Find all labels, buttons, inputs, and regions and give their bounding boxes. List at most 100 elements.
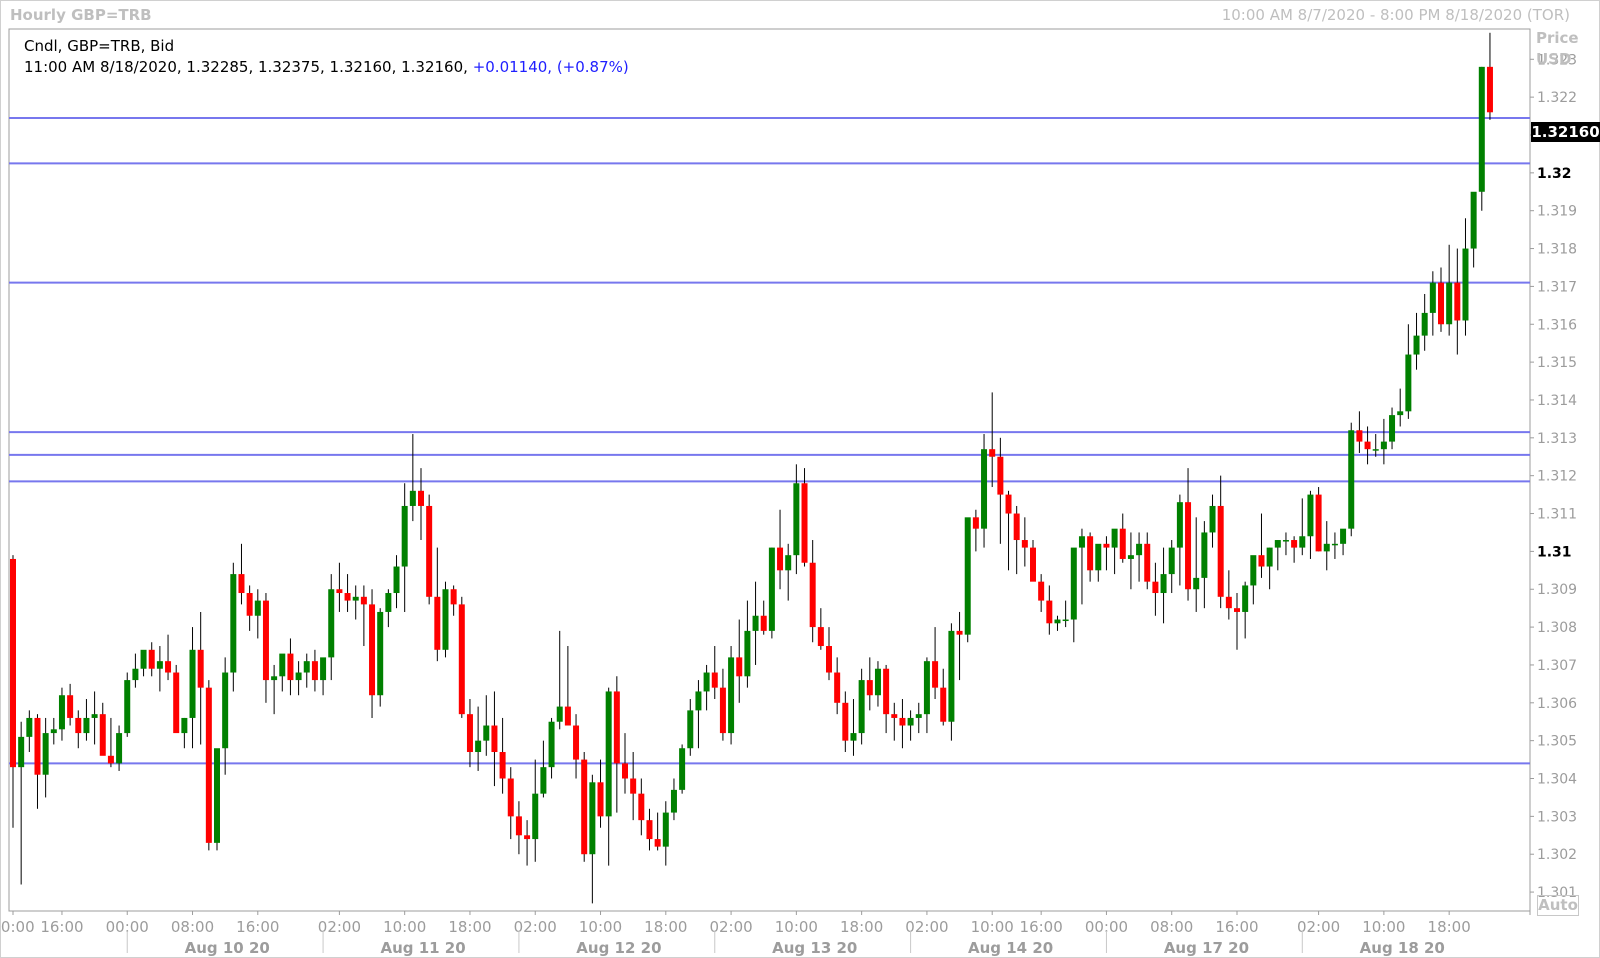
candle-body [1152,581,1159,594]
candle-body [442,589,449,650]
candle-body [956,630,963,635]
price-tick-label: 1.307 [1537,658,1577,674]
candle [426,494,433,605]
candle-body [26,717,33,737]
candle-body [1462,248,1469,321]
candle-body [165,661,172,673]
date-tick-label: Aug 12 20 [576,939,661,957]
candle-body [687,710,694,749]
price-tick-label: 1.313 [1537,431,1577,447]
candle-body [556,706,563,722]
candle-body [197,649,204,688]
candle-body [1291,540,1298,548]
candle [124,672,131,737]
ohlc-legend: Cndl, GBP=TRB, Bid 11:00 AM 8/18/2020, 1… [24,36,629,78]
price-tick-label: 1.317 [1537,279,1577,295]
candle-body [613,691,620,764]
candle-body [1054,619,1061,624]
time-tick-label: 10:00 [1362,918,1405,936]
candle-body [434,596,441,650]
candle-body [1062,619,1069,622]
candle-body [1307,494,1314,537]
candle-body [271,676,278,681]
candle-body [654,839,661,847]
candle-body [1389,415,1396,442]
candle-body [352,596,359,601]
candle-body [1111,528,1118,548]
chart-background [0,0,1600,958]
candle-body [581,759,588,855]
candle-body [1340,528,1347,544]
candle-body [10,558,16,768]
time-tick-label: 08:00 [1150,918,1193,936]
candle-body [401,505,408,567]
date-range: 10:00 AM 8/7/2020 - 8:00 PM 8/18/2020 (T… [1221,6,1570,24]
candle-body [858,680,865,734]
candle-body [1356,430,1363,442]
auto-scale-button[interactable]: Auto [1537,895,1579,916]
time-tick-label: 10:00 [971,918,1014,936]
candle-body [1030,547,1036,582]
candle-body [793,483,800,556]
candle-body [311,661,318,681]
candle-body [1087,536,1094,571]
candle-body [1136,543,1143,556]
candle-body [711,672,718,688]
price-tick-label: 1.309 [1537,582,1577,598]
candle-body [532,793,539,840]
time-tick-label: 16:00 [1020,918,1063,936]
candle-body [42,733,49,775]
candle-body [719,687,726,734]
candle-body [964,517,971,635]
candle-body [1323,543,1330,552]
candle-body [173,672,180,734]
date-tick-label: Aug 13 20 [772,939,857,957]
time-tick-label: 18:00 [1428,918,1471,936]
price-axis-header: Price USD [1536,28,1579,70]
plot-area [8,28,1531,912]
legend-series: Cndl, GBP=TRB, Bid [24,37,175,55]
candle [377,608,384,707]
candle-body [785,555,792,571]
candle-body [834,672,841,703]
date-tick-label: Aug 18 20 [1360,939,1445,957]
candle-body [801,483,808,563]
candle-body [1176,502,1183,548]
candle-body [99,714,106,756]
candle-body [238,574,245,594]
candle-body [132,668,139,681]
candle-body [703,672,710,692]
candle-body [254,600,261,616]
candle-body [1429,282,1436,313]
price-tick-label: 1.311 [1537,507,1577,523]
candle-body [597,782,604,817]
candle-body [214,748,220,843]
candle-body [75,717,82,734]
candle-body [34,717,41,775]
candle-body [662,812,669,847]
candle-body [336,589,343,594]
candle-body [1348,430,1355,529]
time-tick-label: 10:00 [579,918,622,936]
price-tick-label: 1.318 [1537,242,1577,258]
time-tick-label: 18:00 [448,918,491,936]
candle-body [777,547,784,571]
candle-body [1250,555,1257,586]
candle-body [1299,536,1306,548]
candle [679,744,686,794]
time-tick-label: 10:00 [775,918,818,936]
candle-body [1438,282,1444,325]
candle-body [450,589,457,605]
candle-body [1209,505,1216,533]
candle-body [679,748,686,790]
candle-body [1331,543,1338,546]
candle-body [344,593,351,601]
candle-body [728,657,735,734]
candle [173,664,180,734]
candle-body [499,752,506,779]
date-tick-label: Aug 17 20 [1164,939,1249,957]
candle-body [148,649,155,669]
candle-body [817,627,824,647]
candle-body [622,763,628,779]
current-price-tag: 1.32160 [1531,122,1600,142]
